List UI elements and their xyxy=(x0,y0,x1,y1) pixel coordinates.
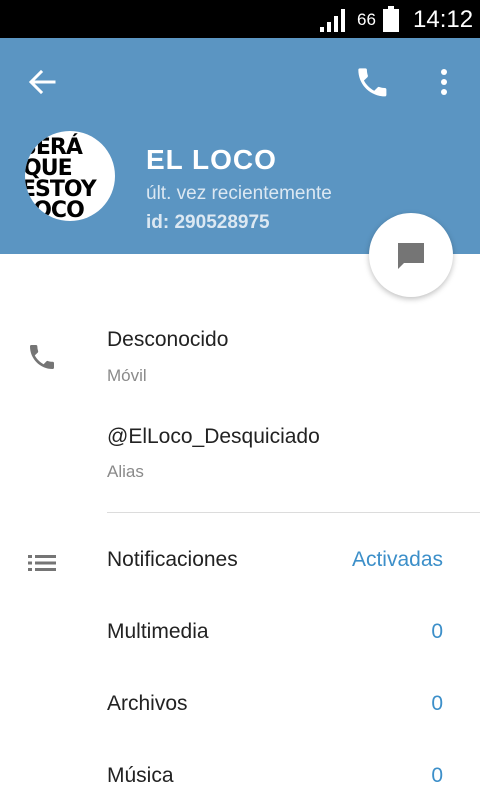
back-button[interactable] xyxy=(20,60,64,104)
media-count[interactable]: 0 xyxy=(431,620,443,644)
files-label[interactable]: Archivos xyxy=(107,692,188,716)
contact-name: EL LOCO xyxy=(146,144,277,175)
alias-label: Alias xyxy=(107,462,144,481)
arrow-left-icon xyxy=(28,69,56,95)
list-icon xyxy=(28,555,56,571)
phone-value[interactable]: Desconocido xyxy=(107,328,228,352)
phone-icon xyxy=(358,68,387,97)
notifications-value[interactable]: Activadas xyxy=(352,548,443,572)
files-count[interactable]: 0 xyxy=(431,692,443,716)
signal-icon xyxy=(320,9,345,32)
phone-icon xyxy=(30,345,54,369)
section-divider xyxy=(107,512,480,513)
phone-label: Móvil xyxy=(107,366,147,385)
chat-bubble-icon xyxy=(398,243,424,269)
status-bar: 66 14:12 xyxy=(0,0,480,38)
alias-value[interactable]: @ElLoco_Desquiciado xyxy=(107,425,320,449)
media-label[interactable]: Multimedia xyxy=(107,620,209,644)
call-button[interactable] xyxy=(350,60,394,104)
avatar-text-line: LOCO xyxy=(25,198,85,222)
clock: 14:12 xyxy=(413,6,474,33)
battery-icon xyxy=(383,6,399,32)
more-options-button[interactable] xyxy=(424,60,464,104)
music-count[interactable]: 0 xyxy=(431,764,443,788)
more-vert-icon xyxy=(441,69,447,95)
last-seen-status: últ. vez recientemente xyxy=(146,183,332,204)
battery-percent: 66 xyxy=(357,10,376,29)
send-message-button[interactable] xyxy=(369,213,453,297)
avatar[interactable]: SERÁ QUE ESTOY LOCO xyxy=(25,131,115,221)
user-id: id: 290528975 xyxy=(146,212,270,233)
notifications-label[interactable]: Notificaciones xyxy=(107,548,238,572)
music-label[interactable]: Música xyxy=(107,764,174,788)
